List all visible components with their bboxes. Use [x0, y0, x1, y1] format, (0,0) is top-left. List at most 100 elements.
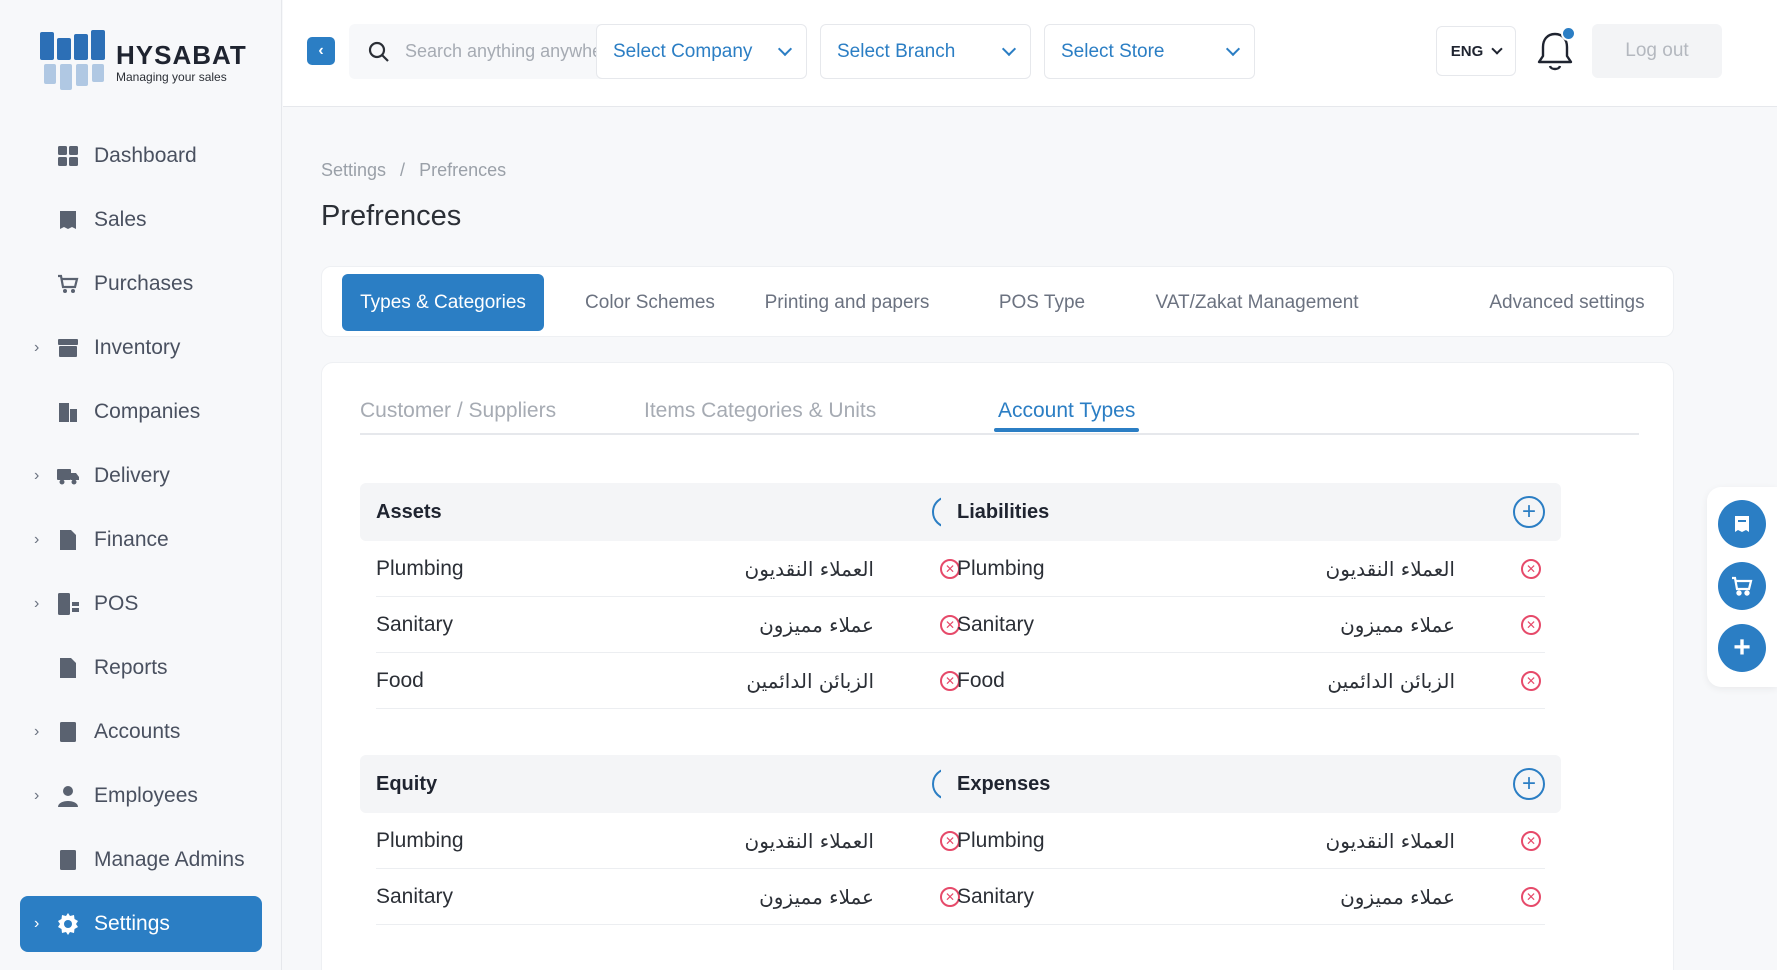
tab-advanced-settings[interactable]: Advanced settings	[1472, 274, 1662, 331]
tab-color-schemes[interactable]: Color Schemes	[560, 274, 740, 331]
account-group-header: Expenses +	[941, 755, 1561, 813]
pos-icon	[56, 592, 80, 616]
sidebar-item-pos[interactable]: › POS	[20, 576, 262, 632]
sidebar-item-label: Settings	[94, 912, 170, 935]
item-name-ar: العملاء النقديون	[744, 556, 874, 581]
brand-logo[interactable]: HYSABAT Managing your sales	[38, 28, 247, 98]
tab-pos-type[interactable]: POS Type	[962, 274, 1122, 331]
select-company-dropdown[interactable]: Select Company	[596, 24, 807, 79]
sales-icon	[56, 208, 80, 232]
employees-icon	[56, 784, 80, 808]
notifications-button[interactable]	[1530, 26, 1580, 76]
item-name-ar: عملاء مميزون	[1340, 884, 1455, 909]
sidebar-item-label: Dashboard	[94, 144, 197, 167]
sidebar-item-label: Sales	[94, 208, 147, 231]
chevron-down-icon	[1001, 41, 1017, 57]
chevron-left-icon: ‹	[318, 42, 324, 59]
item-name-ar: العملاء النقديون	[744, 828, 874, 853]
account-group-assets: Assets+Plumbingالعملاء النقديون✕Sanitary…	[360, 483, 980, 709]
quick-add-button[interactable]: +	[1718, 624, 1766, 672]
language-selector[interactable]: ENG	[1436, 26, 1516, 76]
item-name-ar: عملاء مميزون	[1340, 612, 1455, 637]
item-name-en: Food	[376, 668, 424, 692]
subtab-items-categories-units[interactable]: Items Categories & Units	[644, 399, 876, 423]
companies-icon	[56, 400, 80, 424]
tab-vat-zakat[interactable]: VAT/Zakat Management	[1142, 274, 1372, 331]
subtab-customer-suppliers[interactable]: Customer / Suppliers	[360, 399, 556, 423]
quick-sales-button[interactable]	[1718, 500, 1766, 548]
sidebar-item-label: Inventory	[94, 336, 181, 359]
delete-icon[interactable]: ✕	[1521, 558, 1541, 579]
add-icon[interactable]: +	[1513, 768, 1545, 800]
purchases-icon	[56, 272, 80, 296]
tab-printing-papers[interactable]: Printing and papers	[752, 274, 942, 331]
delivery-icon	[56, 464, 80, 488]
item-name-ar: الزبائن الدائمين	[746, 668, 874, 693]
list-item: Plumbing العملاء النقديون ✕	[957, 541, 1545, 597]
tab-types-categories[interactable]: Types & Categories	[342, 274, 544, 331]
collapse-sidebar-button[interactable]: ‹	[307, 37, 335, 65]
sidebar-item-purchases[interactable]: Purchases	[20, 256, 262, 312]
breadcrumb-current: Prefrences	[419, 160, 507, 180]
sidebar-item-manage-admins[interactable]: Manage Admins	[20, 832, 262, 888]
breadcrumb-settings[interactable]: Settings	[321, 160, 386, 180]
sidebar-item-settings[interactable]: › Settings	[20, 896, 262, 952]
chevron-down-icon	[777, 41, 793, 57]
cart-icon	[1732, 576, 1753, 596]
sidebar-item-label: Purchases	[94, 272, 194, 295]
item-name-en: Plumbing	[376, 556, 464, 580]
item-name-en: Plumbing	[376, 828, 464, 852]
delete-icon[interactable]: ✕	[1521, 670, 1541, 691]
account-group-title: Equity	[376, 772, 438, 795]
delete-icon[interactable]: ✕	[1521, 830, 1541, 851]
account-group-liabilities: Liabilities + Plumbing العملاء النقديون ✕ San…	[941, 483, 1561, 709]
logo-mark-icon	[38, 28, 106, 98]
sidebar-item-employees[interactable]: › Employees	[20, 768, 262, 824]
item-name-en: Sanitary	[376, 612, 454, 636]
sidebar-item-accounts[interactable]: › Accounts	[20, 704, 262, 760]
chevron-right-icon: ›	[34, 339, 40, 356]
select-store-dropdown[interactable]: Select Store	[1044, 24, 1255, 79]
item-name-en: Plumbing	[957, 828, 1045, 852]
select-branch-label: Select Branch	[837, 40, 956, 62]
sidebar-item-inventory[interactable]: › Inventory	[20, 320, 262, 376]
plus-icon: +	[1733, 631, 1751, 664]
sidebar-item-label: Delivery	[94, 464, 170, 487]
quick-cart-button[interactable]	[1718, 562, 1766, 610]
subtab-account-types[interactable]: Account Types	[998, 399, 1135, 423]
list-item: Plumbing العملاء النقديون ✕	[957, 813, 1545, 869]
select-company-label: Select Company	[613, 40, 753, 62]
sidebar-item-finance[interactable]: › Finance	[20, 512, 262, 568]
chevron-right-icon: ›	[34, 467, 40, 484]
account-group-title: Assets	[376, 500, 442, 523]
reports-icon	[56, 656, 80, 680]
gear-icon	[56, 912, 80, 936]
page-title: Prefrences	[321, 200, 462, 232]
item-name-en: Sanitary	[957, 884, 1035, 908]
delete-icon[interactable]: ✕	[1521, 614, 1541, 635]
sidebar-item-dashboard[interactable]: Dashboard	[20, 128, 262, 184]
sidebar-item-reports[interactable]: Reports	[20, 640, 262, 696]
list-item: Food الزبائن الدائمين ✕	[957, 653, 1545, 709]
notification-dot	[1561, 26, 1576, 41]
search-input[interactable]	[405, 41, 625, 62]
preferences-tabs: Types & Categories Color Schemes Printin…	[321, 266, 1674, 337]
top-header: ‹ Select Company Select Branch Select St…	[283, 0, 1777, 107]
account-group-title: Liabilities	[957, 500, 1050, 523]
sidebar-item-sales[interactable]: Sales	[20, 192, 262, 248]
logout-button[interactable]: Log out	[1592, 24, 1722, 78]
item-name-ar: الزبائن الدائمين	[1327, 668, 1455, 693]
account-group-title: Expenses	[957, 772, 1051, 795]
sidebar-item-companies[interactable]: Companies	[20, 384, 262, 440]
chevron-right-icon: ›	[34, 723, 40, 740]
select-store-label: Select Store	[1061, 40, 1165, 62]
search-icon	[368, 41, 389, 62]
search-bar[interactable]	[349, 24, 635, 79]
item-name-en: Sanitary	[957, 612, 1035, 636]
delete-icon[interactable]: ✕	[1521, 886, 1541, 907]
quick-actions: +	[1707, 487, 1777, 687]
select-branch-dropdown[interactable]: Select Branch	[820, 24, 1031, 79]
add-icon[interactable]: +	[1513, 496, 1545, 528]
sidebar-item-delivery[interactable]: › Delivery	[20, 448, 262, 504]
item-name-ar: عملاء مميزون	[759, 884, 874, 909]
